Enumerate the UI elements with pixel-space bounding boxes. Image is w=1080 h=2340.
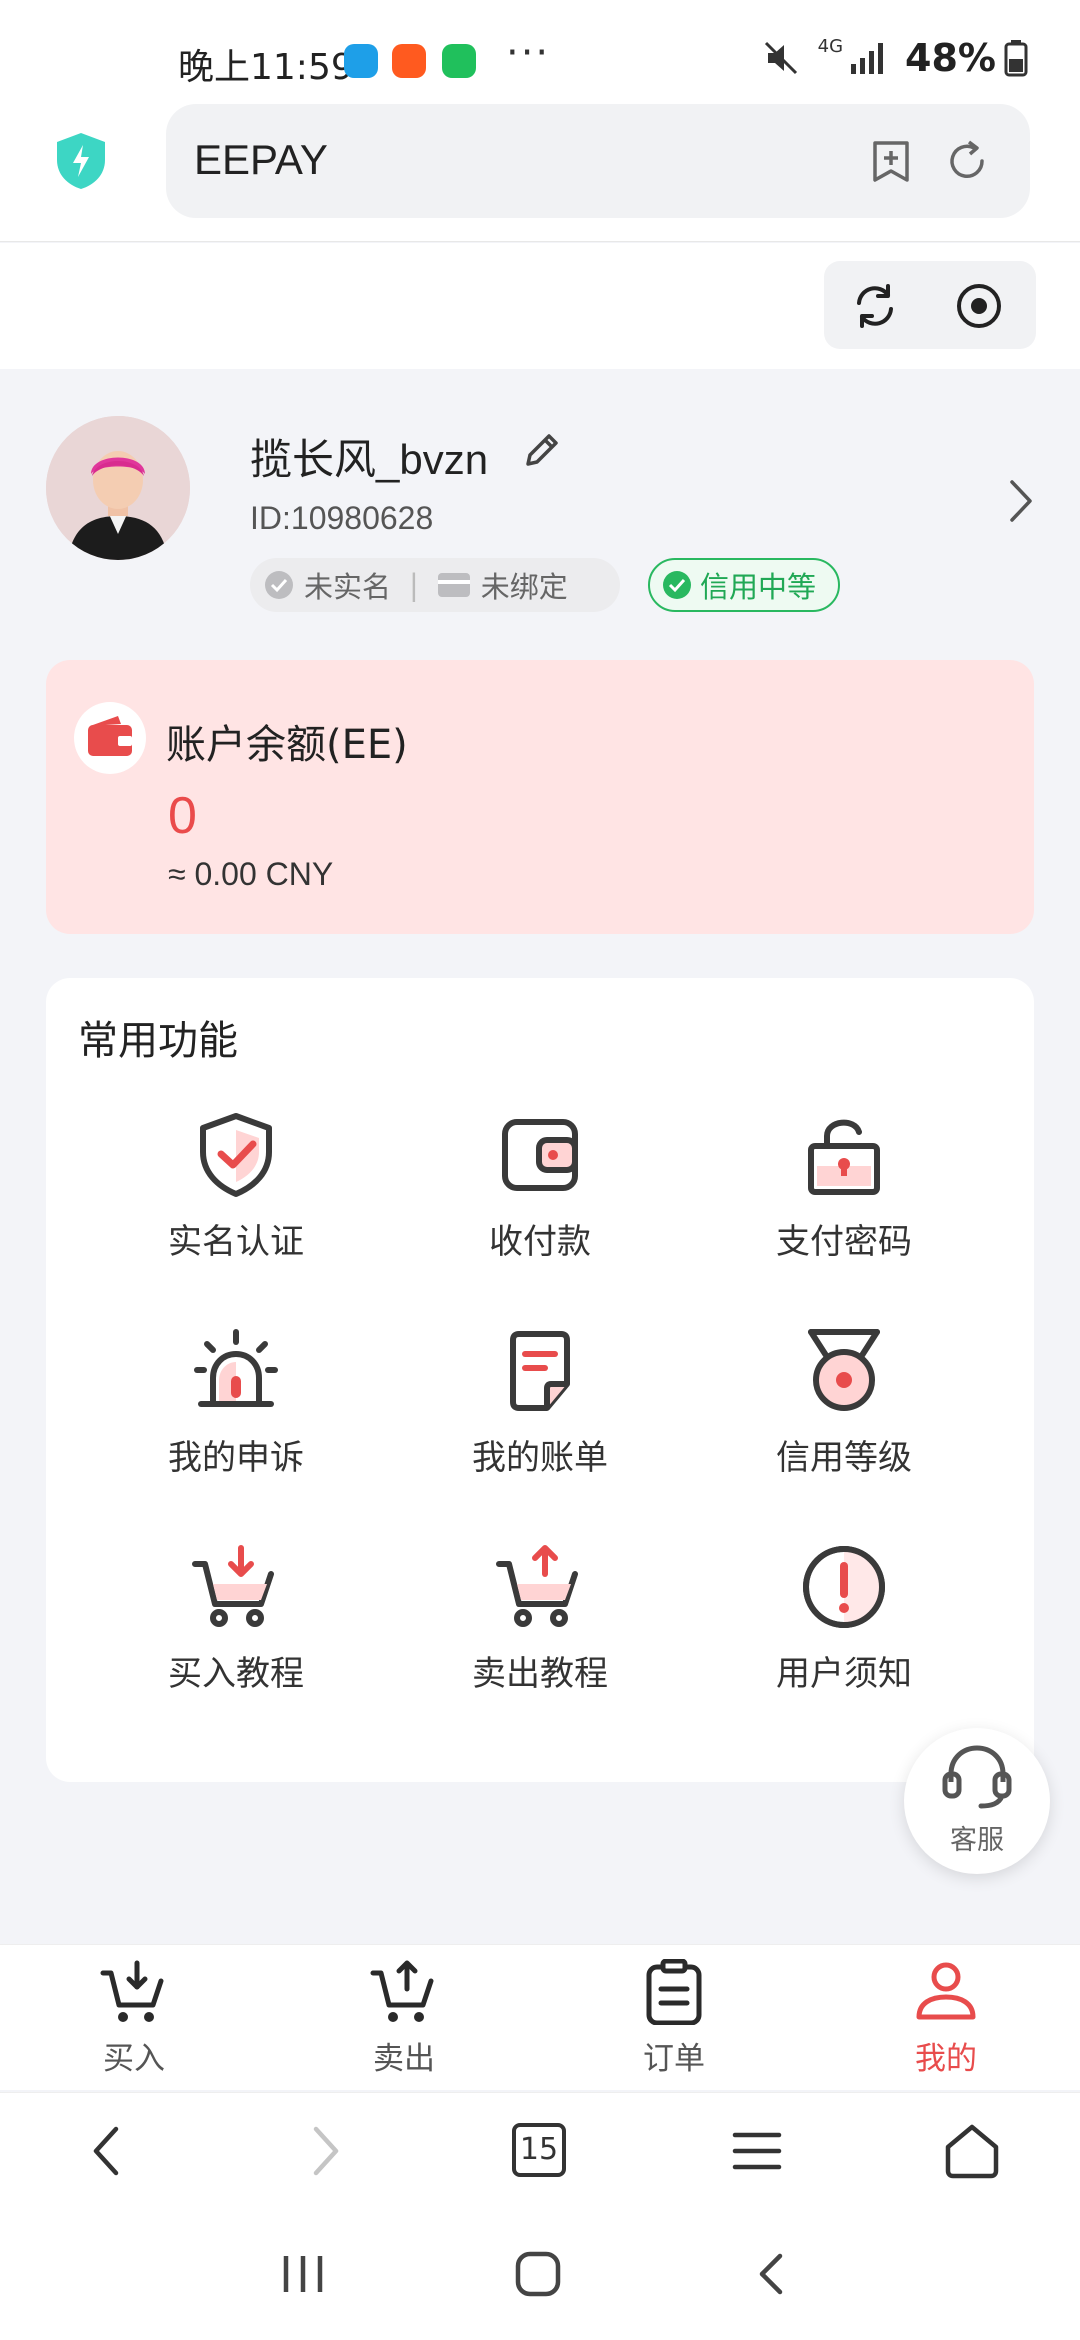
function-label: 买入教程	[168, 1654, 304, 1694]
tab-mine[interactable]: 我的	[856, 1959, 1036, 2078]
signal-icon	[851, 43, 884, 74]
tab-orders[interactable]: 订单	[584, 1958, 764, 2078]
wallet-badge	[74, 702, 146, 774]
chevron-right-icon[interactable]	[1006, 478, 1036, 524]
function-buy-tutorial[interactable]: 买入教程	[106, 1542, 366, 1695]
tab-sell[interactable]: 卖出	[314, 1959, 494, 2078]
add-bookmark-icon[interactable]	[868, 138, 914, 184]
menu-icon[interactable]	[732, 2123, 782, 2179]
tab-label: 卖出	[373, 2041, 435, 2077]
realname-status: 未实名	[304, 570, 392, 604]
more-notifications-icon: ···	[506, 30, 551, 76]
common-functions-card: 常用功能 实名认证 收付款 支付密码 我的申诉 我的账单 信用等级 买入教程 卖…	[46, 978, 1034, 1782]
headset-icon	[942, 1745, 1012, 1809]
security-shield-icon[interactable]	[52, 130, 110, 192]
credit-level: 信用中等	[700, 570, 817, 604]
browser-address-bar: EEPAY	[0, 100, 1080, 242]
wallet-icon	[88, 716, 132, 756]
tab-buy[interactable]: 买入	[44, 1959, 224, 2078]
bill-icon	[510, 1331, 570, 1411]
reload-icon[interactable]	[944, 138, 990, 184]
functions-title: 常用功能	[78, 1018, 238, 1064]
shield-check-icon	[200, 1113, 272, 1197]
balance-title: 账户余额(EE)	[166, 722, 408, 768]
service-label: 客服	[950, 1825, 1004, 1856]
wallet-icon	[502, 1119, 578, 1191]
balance-value: 0	[168, 787, 197, 845]
wechat-notification-icon	[442, 44, 476, 78]
home-button-icon[interactable]	[514, 2250, 562, 2298]
alipay-notification-icon	[344, 44, 378, 78]
close-target-icon[interactable]	[954, 281, 1004, 331]
function-sell-tutorial[interactable]: 卖出教程	[410, 1542, 670, 1695]
cart-out-icon	[496, 1545, 578, 1627]
tabs-button[interactable]: 15	[512, 2123, 566, 2177]
function-label: 收付款	[489, 1222, 591, 1262]
balance-cny: ≈ 0.00 CNY	[168, 856, 334, 892]
forward-icon[interactable]	[306, 2123, 346, 2179]
battery-percent: 48%	[905, 36, 996, 80]
function-pay-password[interactable]: 支付密码	[714, 1110, 974, 1263]
divider: |	[409, 568, 419, 602]
function-label: 卖出教程	[472, 1654, 608, 1694]
card-icon	[437, 573, 470, 597]
recent-apps-icon[interactable]	[278, 2250, 328, 2298]
cart-in-icon	[100, 1960, 164, 2022]
cart-out-icon	[370, 1960, 434, 2022]
bottom-tab-bar: 买入 卖出 订单 我的	[0, 1944, 1080, 2090]
credit-check-icon	[663, 571, 691, 599]
function-label: 实名认证	[168, 1222, 304, 1262]
verification-status-pill[interactable]: 未实名 | 未绑定	[250, 558, 620, 612]
page-top-bar	[0, 243, 1080, 369]
tab-label: 我的	[915, 2041, 977, 2077]
function-my-bills[interactable]: 我的账单	[410, 1326, 670, 1479]
customer-service-button[interactable]: 客服	[904, 1728, 1050, 1874]
function-realname-auth[interactable]: 实名认证	[106, 1110, 366, 1263]
function-label: 信用等级	[776, 1438, 912, 1478]
cart-in-icon	[192, 1545, 274, 1627]
function-label: 我的账单	[472, 1438, 608, 1478]
function-payments[interactable]: 收付款	[410, 1110, 670, 1263]
check-circle-icon	[265, 571, 293, 599]
tab-count: 15	[519, 2132, 559, 2167]
function-label: 我的申诉	[168, 1438, 304, 1478]
function-my-appeals[interactable]: 我的申诉	[106, 1326, 366, 1479]
user-icon	[916, 1962, 976, 2020]
mini-app-capsule	[824, 261, 1036, 349]
status-bar: 晚上11:59 ··· 4G 48%	[0, 0, 1080, 100]
function-label: 用户须知	[776, 1654, 912, 1694]
alarm-icon	[194, 1329, 278, 1407]
username: 揽长风_bvzn	[250, 436, 489, 483]
home-icon[interactable]	[944, 2123, 1000, 2179]
url-field[interactable]: EEPAY	[166, 104, 1030, 218]
balance-card: 账户余额(EE) 0 ≈ 0.00 CNY	[46, 660, 1034, 934]
medal-icon	[808, 1329, 880, 1411]
notice-icon	[803, 1546, 885, 1628]
function-credit-level[interactable]: 信用等级	[714, 1326, 974, 1479]
taobao-notification-icon	[392, 44, 426, 78]
system-nav-bar	[0, 2210, 1080, 2340]
system-back-icon[interactable]	[752, 2250, 792, 2298]
url-title: EEPAY	[194, 136, 328, 183]
credit-badge: 信用中等	[648, 558, 841, 612]
back-icon[interactable]	[86, 2123, 126, 2179]
status-time: 晚上11:59	[178, 47, 354, 88]
function-user-notice[interactable]: 用户须知	[714, 1542, 974, 1695]
edit-name-icon[interactable]	[520, 428, 564, 472]
clipboard-icon	[646, 1958, 702, 2026]
user-id: ID:10980628	[250, 500, 434, 536]
browser-nav-bar: 15	[0, 2092, 1080, 2210]
avatar-image	[46, 416, 190, 560]
unlock-icon	[808, 1119, 880, 1195]
avatar[interactable]	[46, 416, 190, 560]
bind-status: 未绑定	[480, 570, 568, 604]
tab-label: 买入	[103, 2041, 165, 2077]
mute-icon	[764, 41, 797, 75]
function-label: 支付密码	[776, 1222, 912, 1262]
network-type: 4G	[817, 35, 844, 57]
tab-label: 订单	[643, 2041, 705, 2077]
battery-icon	[1004, 40, 1028, 77]
refresh-icon[interactable]	[850, 281, 900, 331]
